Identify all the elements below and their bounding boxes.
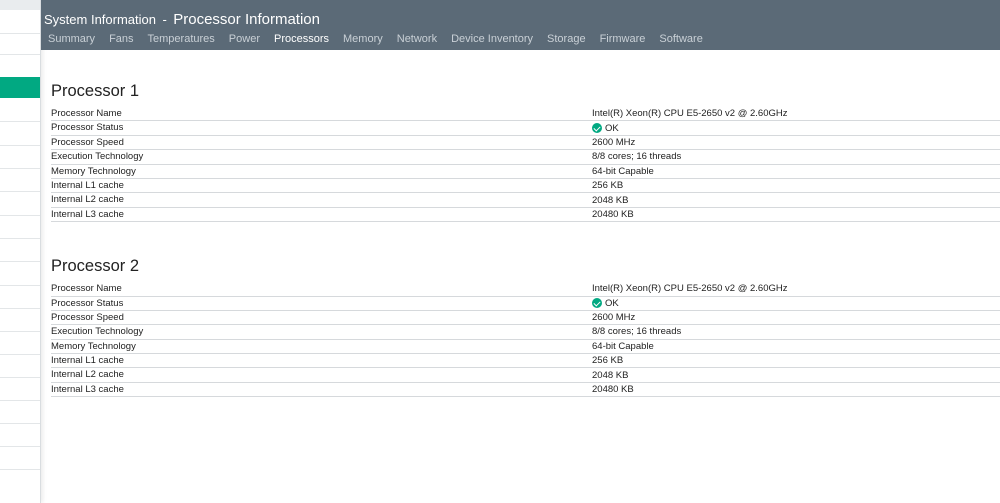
row-label: Internal L2 cache xyxy=(51,194,124,206)
left-nav-divider xyxy=(0,54,40,55)
section-title: Processor 1 xyxy=(51,82,140,100)
left-nav-divider xyxy=(0,215,40,216)
table-row: Processor Name Intel(R) Xeon(R) CPU E5-2… xyxy=(51,107,1000,122)
table-row: Processor Speed 2600 MHz xyxy=(51,311,1000,326)
page-title: System Information - Processor Informati… xyxy=(44,11,320,29)
tab-firmware[interactable]: Firmware xyxy=(593,33,653,45)
left-nav-divider xyxy=(0,191,40,192)
left-nav-divider xyxy=(0,145,40,146)
left-nav-active-item[interactable] xyxy=(0,77,40,98)
row-label: Processor Name xyxy=(51,108,122,119)
row-value: 2048 KB xyxy=(592,194,629,206)
table-row: Memory Technology 64-bit Capable xyxy=(51,340,1000,355)
left-nav-divider xyxy=(0,377,40,378)
left-nav-divider xyxy=(0,354,40,355)
left-nav-divider xyxy=(0,400,40,401)
table-row: Processor Name Intel(R) Xeon(R) CPU E5-2… xyxy=(51,282,1000,297)
row-label: Internal L1 cache xyxy=(51,355,124,367)
row-value: 8/8 cores; 16 threads xyxy=(592,151,682,163)
row-label: Internal L2 cache xyxy=(51,369,124,381)
table-row: Execution Technology 8/8 cores; 16 threa… xyxy=(51,325,1000,340)
status-value: OK xyxy=(592,297,619,310)
section-title: Processor 2 xyxy=(51,257,140,276)
row-value: 8/8 cores; 16 threads xyxy=(592,326,682,338)
tab-memory[interactable]: Memory xyxy=(336,33,390,45)
status-text: OK xyxy=(605,122,619,134)
left-nav-divider xyxy=(0,168,40,169)
tab-temperatures[interactable]: Temperatures xyxy=(141,33,222,45)
left-nav-divider xyxy=(0,33,40,34)
row-value: 2600 MHz xyxy=(592,136,636,148)
left-nav-pane xyxy=(0,0,41,503)
left-nav-divider xyxy=(0,308,40,309)
row-label: Memory Technology xyxy=(51,165,136,177)
breadcrumb-separator: - xyxy=(162,12,167,27)
table-row: Internal L2 cache 2048 KB xyxy=(51,193,1000,208)
row-label: Processor Speed xyxy=(51,311,124,323)
left-nav-divider xyxy=(0,423,40,424)
tab-device-inventory[interactable]: Device Inventory xyxy=(444,33,540,45)
row-value: 2048 KB xyxy=(592,369,629,381)
table-row: Internal L2 cache 2048 KB xyxy=(51,368,1000,383)
tab-software[interactable]: Software xyxy=(652,33,709,45)
row-value: 256 KB xyxy=(592,180,624,192)
tab-storage[interactable]: Storage xyxy=(540,33,593,45)
table-row: Memory Technology 64-bit Capable xyxy=(51,165,1000,179)
main-content: Processor 1 Processor Name Intel(R) Xeon… xyxy=(51,50,1000,398)
breadcrumb-section: System Information xyxy=(44,12,156,27)
page-title-main: Processor Information xyxy=(173,11,320,28)
row-value: 2600 MHz xyxy=(592,312,636,324)
processor-section: Processor 1 Processor Name Intel(R) Xeon… xyxy=(51,80,1000,223)
left-nav-divider xyxy=(0,121,40,122)
row-label: Processor Name xyxy=(51,283,122,295)
left-nav-divider xyxy=(0,446,40,447)
tab-summary[interactable]: Summary xyxy=(48,33,102,45)
table-row: Internal L3 cache 20480 KB xyxy=(51,383,1000,398)
tab-bar: Summary Fans Temperatures Power Processo… xyxy=(48,33,710,45)
row-value: Intel(R) Xeon(R) CPU E5-2650 v2 @ 2.60GH… xyxy=(592,283,788,295)
status-text: OK xyxy=(605,297,619,309)
row-value: 256 KB xyxy=(592,355,624,367)
page-header: System Information - Processor Informati… xyxy=(41,0,1000,50)
left-nav-divider xyxy=(0,285,40,286)
row-label: Processor Status xyxy=(51,122,124,134)
row-value: Intel(R) Xeon(R) CPU E5-2650 v2 @ 2.60GH… xyxy=(592,108,788,120)
row-value: 20480 KB xyxy=(592,208,634,220)
table-row: Internal L1 cache 256 KB xyxy=(51,179,1000,194)
ok-check-icon xyxy=(592,298,602,309)
row-label: Processor Status xyxy=(51,297,124,309)
row-label: Execution Technology xyxy=(51,151,144,163)
row-label: Internal L3 cache xyxy=(51,208,124,220)
row-label: Processor Speed xyxy=(51,136,124,148)
table-row: Processor Status OK xyxy=(51,297,1000,311)
left-nav-divider xyxy=(0,331,40,332)
tab-fans[interactable]: Fans xyxy=(102,33,140,45)
row-value: 64-bit Capable xyxy=(592,340,654,352)
left-nav-divider xyxy=(0,261,40,262)
tab-processors[interactable]: Processors xyxy=(267,33,336,45)
row-label: Internal L1 cache xyxy=(51,179,124,191)
table-row: Execution Technology 8/8 cores; 16 threa… xyxy=(51,150,1000,165)
table-row: Processor Speed 2600 MHz xyxy=(51,136,1000,151)
processor-section: Processor 2 Processor Name Intel(R) Xeon… xyxy=(51,255,1000,398)
tab-power[interactable]: Power xyxy=(222,33,267,45)
table-row: Internal L1 cache 256 KB xyxy=(51,354,1000,369)
row-label: Memory Technology xyxy=(51,340,136,352)
left-nav-topbar xyxy=(0,0,40,10)
left-nav-divider xyxy=(0,469,40,470)
table-row: Processor Status OK xyxy=(51,121,1000,136)
ok-check-icon xyxy=(592,123,602,134)
table-row: Internal L3 cache 20480 KB xyxy=(51,208,1000,223)
left-nav-divider xyxy=(0,238,40,239)
row-label: Internal L3 cache xyxy=(51,383,124,395)
row-label: Execution Technology xyxy=(51,326,144,338)
row-value: 20480 KB xyxy=(592,384,634,396)
row-value: 64-bit Capable xyxy=(592,165,654,177)
tab-network[interactable]: Network xyxy=(390,33,444,45)
status-value: OK xyxy=(592,121,619,134)
